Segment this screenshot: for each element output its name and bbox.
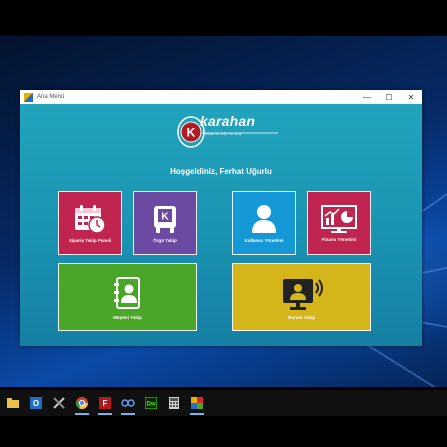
tools-icon[interactable] [49, 390, 69, 416]
minimize-button[interactable]: — [356, 90, 378, 104]
brand-subtitle: Tekstil ve Dış Tic. A.Ş. [203, 131, 243, 136]
tile-label: Finans Yönetimi [321, 236, 357, 242]
customer-tracking-tile[interactable]: Müşteri Takip [58, 263, 197, 331]
brand-name: karahan [200, 113, 256, 129]
tile-label: Durum Takip [287, 314, 316, 320]
filezilla-icon[interactable]: F [95, 390, 115, 416]
tile-label: Sipariş Takip Paneli [68, 237, 112, 243]
knitting-tracking-tile[interactable]: K Örgü Takip [133, 191, 197, 255]
close-button[interactable]: ✕ [400, 90, 422, 104]
title-bar[interactable]: Ana Menü — ☐ ✕ [20, 90, 422, 104]
knitting-machine-icon: K [154, 205, 176, 233]
chrome-icon[interactable] [72, 390, 92, 416]
welcome-message: Hoşgeldiniz, Ferhat Uğurlu [170, 167, 272, 176]
order-tracking-tile[interactable]: Sipariş Takip Paneli [58, 191, 122, 255]
dreamweaver-icon[interactable]: Dw [141, 390, 161, 416]
finance-management-tile[interactable]: Finans Yönetimi [307, 191, 371, 255]
svg-text:F: F [103, 399, 108, 408]
active-indicator [121, 413, 135, 415]
window-title: Ana Menü [37, 94, 65, 100]
active-indicator [190, 413, 204, 415]
active-indicator [98, 413, 112, 415]
karahan-app-icon[interactable] [187, 390, 207, 416]
status-tracking-tile[interactable]: Durum Takip [232, 263, 371, 331]
logo-letter: K [187, 126, 196, 140]
tile-label: Müşteri Takip [113, 314, 142, 320]
taskbar: O F Dw [0, 390, 447, 416]
svg-text:Dw: Dw [147, 402, 156, 408]
maximize-button[interactable]: ☐ [378, 90, 400, 104]
svg-text:O: O [33, 399, 39, 408]
calculator-icon[interactable] [164, 390, 184, 416]
active-indicator [75, 413, 89, 415]
calendar-clock-icon [75, 204, 106, 234]
link-app-icon[interactable] [118, 390, 138, 416]
tile-label: Örgü Takip [153, 237, 177, 243]
app-icon [24, 92, 33, 102]
file-explorer-icon[interactable] [3, 390, 23, 416]
outlook-icon[interactable]: O [26, 390, 46, 416]
tile-label: Kullanıcı Yönetimi [244, 237, 284, 243]
user-management-tile[interactable]: Kullanıcı Yönetimi [232, 191, 296, 255]
finance-chart-icon [321, 204, 357, 233]
main-panel: K karahan Tekstil ve Dış Tic. A.Ş. Hoşge… [20, 104, 422, 346]
svg-text:K: K [161, 211, 169, 222]
main-menu-window: Ana Menü — ☐ ✕ K karahan Tekstil ve Dış … [20, 90, 422, 346]
presentation-user-icon [282, 278, 323, 310]
user-icon [252, 204, 276, 233]
contacts-book-icon [113, 276, 140, 309]
